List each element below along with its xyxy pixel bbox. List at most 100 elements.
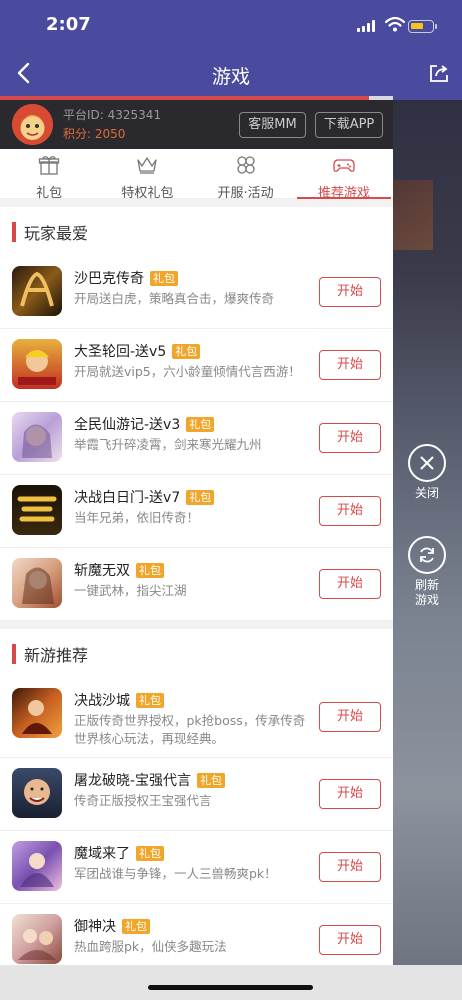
bottom-bar — [0, 965, 462, 1000]
signal-icon — [357, 20, 375, 32]
refresh-icon — [408, 536, 446, 574]
start-button[interactable]: 开始 — [319, 779, 381, 809]
gift-badge: 礼包 — [150, 270, 178, 286]
list-item[interactable]: 全民仙游记-送v3 礼包 举霞飞升碎凌霄，剑来寒光耀九州 开始 — [0, 402, 393, 475]
game-background-decoration — [393, 180, 433, 250]
section-title-favorites: 玩家最爱 — [0, 207, 393, 256]
tab-gift-label: 礼包 — [36, 186, 63, 201]
gift-badge: 礼包 — [136, 845, 164, 861]
game-description: 一键武林，指尖江湖 — [74, 583, 187, 598]
game-description: 当年兄弟，依旧传奇！ — [74, 510, 200, 525]
game-description: 热血跨服pk，仙侠多趣玩法 — [74, 939, 227, 954]
list-item[interactable]: 沙巴克传奇 礼包 开局送白虎，策略真合击，爆爽传奇 开始 — [0, 256, 393, 329]
list-item[interactable]: 大圣轮回-送v5 礼包 开局就送vip5，六小龄童倾情代言西游！ 开始 — [0, 329, 393, 402]
section-title-bar — [12, 221, 16, 242]
close-icon — [408, 444, 446, 482]
start-button[interactable]: 开始 — [319, 702, 381, 732]
game-title-row: 御神决 礼包 — [74, 916, 150, 936]
game-icon — [12, 339, 62, 389]
tab-privilege-gift[interactable]: 特权礼包 — [98, 149, 196, 201]
gift-badge: 礼包 — [136, 562, 164, 578]
game-icon — [12, 266, 62, 316]
game-description: 传奇正版授权王宝强代言 — [74, 793, 212, 808]
game-title-row: 斩魔无双 礼包 — [74, 560, 164, 580]
game-icon — [12, 768, 62, 818]
home-indicator[interactable] — [148, 985, 313, 990]
game-icon — [12, 688, 62, 738]
game-center-panel: 平台ID: 4325341 积分: 2050 客服MM 下载APP 礼包 特权礼… — [0, 100, 393, 965]
gamepad-icon — [333, 159, 355, 172]
share-icon[interactable] — [428, 62, 450, 84]
status-time: 2:07 — [46, 14, 91, 35]
start-button[interactable]: 开始 — [319, 496, 381, 526]
list-item[interactable]: 斩魔无双 礼包 一键武林，指尖江湖 开始 — [0, 548, 393, 621]
game-description: 开局就送vip5，六小龄童倾情代言西游！ — [74, 364, 301, 379]
gift-badge: 礼包 — [172, 343, 201, 359]
refresh-game-button[interactable]: 刷新 游戏 — [405, 536, 449, 608]
start-button[interactable]: 开始 — [319, 925, 381, 955]
gift-badge: 礼包 — [186, 416, 215, 432]
points-value: 2050 — [94, 127, 126, 141]
nav-bar: 游戏 — [0, 50, 462, 96]
close-label: 关闭 — [414, 486, 439, 500]
gift-icon — [38, 156, 60, 175]
tab-privilege-gift-label: 特权礼包 — [121, 186, 174, 201]
game-name: 斩魔无双 — [74, 563, 130, 579]
game-name: 全民仙游记-送v3 — [74, 417, 181, 433]
wifi-icon — [385, 16, 405, 32]
game-name: 魔域来了 — [74, 846, 130, 862]
user-bar: 平台ID: 4325341 积分: 2050 客服MM 下载APP — [0, 100, 393, 149]
section-title-text: 玩家最爱 — [24, 223, 89, 243]
game-description: 开局送白虎，策略真合击，爆爽传奇 — [74, 291, 275, 306]
flower-icon — [236, 156, 255, 174]
game-title-row: 决战白日门-送v7 礼包 — [74, 487, 215, 507]
game-name: 御神决 — [74, 919, 116, 935]
list-item[interactable]: 御神决 礼包 热血跨服pk，仙侠多趣玩法 开始 — [0, 904, 393, 965]
game-icon — [12, 485, 62, 535]
game-title-row: 沙巴克传奇 礼包 — [74, 268, 178, 288]
crown-icon — [137, 157, 158, 174]
tab-gift[interactable]: 礼包 — [0, 149, 98, 201]
game-title-row: 全民仙游记-送v3 礼包 — [74, 414, 215, 434]
gift-badge: 礼包 — [197, 772, 226, 788]
gift-badge: 礼包 — [122, 918, 150, 934]
game-name: 沙巴克传奇 — [74, 271, 144, 287]
game-icon — [12, 841, 62, 891]
section-title-new-games: 新游推荐 — [0, 629, 393, 678]
start-button[interactable]: 开始 — [319, 569, 381, 599]
list-item[interactable]: 屠龙破晓-宝强代言 礼包 传奇正版授权王宝强代言 开始 — [0, 758, 393, 831]
header: 2:07 游戏 — [0, 0, 462, 100]
refresh-label-1: 刷新 — [414, 578, 439, 592]
gift-badge: 礼包 — [136, 692, 164, 708]
tab-server-events[interactable]: 开服·活动 — [197, 149, 295, 201]
download-app-button[interactable]: 下载APP — [315, 112, 383, 138]
game-name: 大圣轮回-送v5 — [74, 344, 167, 360]
tab-recommended-games-label: 推荐游戏 — [317, 186, 370, 201]
points: 积分: 2050 — [63, 125, 125, 142]
game-description: 正版传奇世界授权，pk抢boss，传承传奇世界核心玩法，再现经典。 — [74, 713, 306, 746]
start-button[interactable]: 开始 — [319, 350, 381, 380]
start-button[interactable]: 开始 — [319, 852, 381, 882]
list-item[interactable]: 决战沙城 礼包 正版传奇世界授权，pk抢boss，传承传奇世界核心玩法，再现经典。… — [0, 678, 393, 758]
refresh-label-2: 游戏 — [414, 593, 439, 607]
game-description: 举霞飞升碎凌霄，剑来寒光耀九州 — [74, 437, 262, 452]
section-title-text: 新游推荐 — [24, 645, 89, 665]
tab-recommended-games[interactable]: 推荐游戏 — [295, 149, 393, 201]
start-button[interactable]: 开始 — [319, 423, 381, 453]
customer-service-button[interactable]: 客服MM — [239, 112, 306, 138]
list-item[interactable]: 魔域来了 礼包 军团战谁与争锋，一人三兽畅爽pk！ 开始 — [0, 831, 393, 904]
page-title: 游戏 — [211, 66, 250, 88]
game-title-row: 屠龙破晓-宝强代言 礼包 — [74, 770, 226, 790]
game-title-row: 魔域来了 礼包 — [74, 843, 164, 863]
game-name: 决战沙城 — [74, 693, 130, 709]
section-title-bar — [12, 643, 16, 664]
game-name: 屠龙破晓-宝强代言 — [74, 773, 192, 789]
list-item[interactable]: 决战白日门-送v7 礼包 当年兄弟，依旧传奇！ 开始 — [0, 475, 393, 548]
battery-icon — [408, 20, 437, 33]
tab-server-events-label: 开服·活动 — [217, 186, 274, 201]
game-title-row: 决战沙城 礼包 — [74, 690, 164, 710]
close-button[interactable]: 关闭 — [405, 444, 449, 501]
start-button[interactable]: 开始 — [319, 277, 381, 307]
game-name: 决战白日门-送v7 — [74, 490, 181, 506]
game-icon — [12, 558, 62, 608]
